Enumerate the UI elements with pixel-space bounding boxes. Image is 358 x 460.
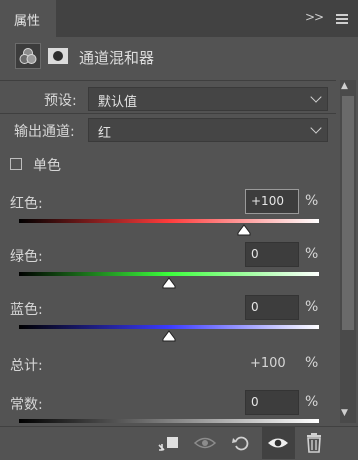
chevron-down-icon [310,122,322,134]
output-channel-value: 红 [98,126,112,141]
blue-gradient-track[interactable] [19,325,319,329]
monochrome-checkbox[interactable] [10,158,22,170]
output-channel-select[interactable]: 红 [88,118,328,142]
preset-divider [0,113,336,114]
preset-select[interactable]: 默认值 [88,87,328,111]
toggle-visibility-view-icon[interactable] [193,432,217,454]
constant-gradient-track[interactable] [19,419,319,423]
preset-label: 预设: [44,93,77,109]
green-value-field[interactable]: 0 [245,242,299,267]
constant-label: 常数: [10,397,43,413]
scrollbar-thumb[interactable] [342,96,354,330]
red-value: +100 [251,194,284,208]
constant-unit: % [305,394,319,410]
output-channel-label: 输出通道: [14,124,75,140]
total-unit: % [305,355,319,371]
green-value: 0 [251,247,259,261]
preset-value: 默认值 [98,95,138,110]
eye-icon[interactable] [267,432,289,454]
constant-value: 0 [251,395,259,409]
trash-icon[interactable] [304,432,326,454]
properties-tab-label: 属性 [14,14,41,29]
blue-value-field[interactable]: 0 [245,295,299,320]
scroll-up-icon[interactable]: ▲ [341,81,348,91]
green-unit: % [305,246,319,262]
total-label: 总计: [10,358,43,374]
green-label: 绿色: [10,249,43,265]
panel-menu-icon[interactable] [336,14,348,24]
panel-title: 通道混和器 [79,49,155,67]
header-divider [0,80,336,81]
collapse-panel-icon[interactable]: >> [305,10,324,24]
chevron-down-icon [310,91,322,103]
red-value-field[interactable]: +100 [245,189,299,214]
red-gradient-track[interactable] [19,219,319,223]
clip-to-layer-icon[interactable] [157,432,179,454]
constant-value-field[interactable]: 0 [245,390,299,415]
blue-label: 蓝色: [10,302,43,318]
red-unit: % [305,193,319,209]
adjustment-type-icon[interactable] [15,43,41,69]
red-label: 红色: [10,196,43,212]
green-gradient-track[interactable] [19,272,319,276]
blue-value: 0 [251,300,259,314]
reset-icon[interactable] [230,432,252,454]
blue-unit: % [305,299,319,315]
scroll-down-icon[interactable]: ▼ [341,408,348,418]
layer-mask-icon[interactable] [47,47,69,65]
total-value: +100 [250,356,286,371]
monochrome-label: 单色 [33,158,61,174]
